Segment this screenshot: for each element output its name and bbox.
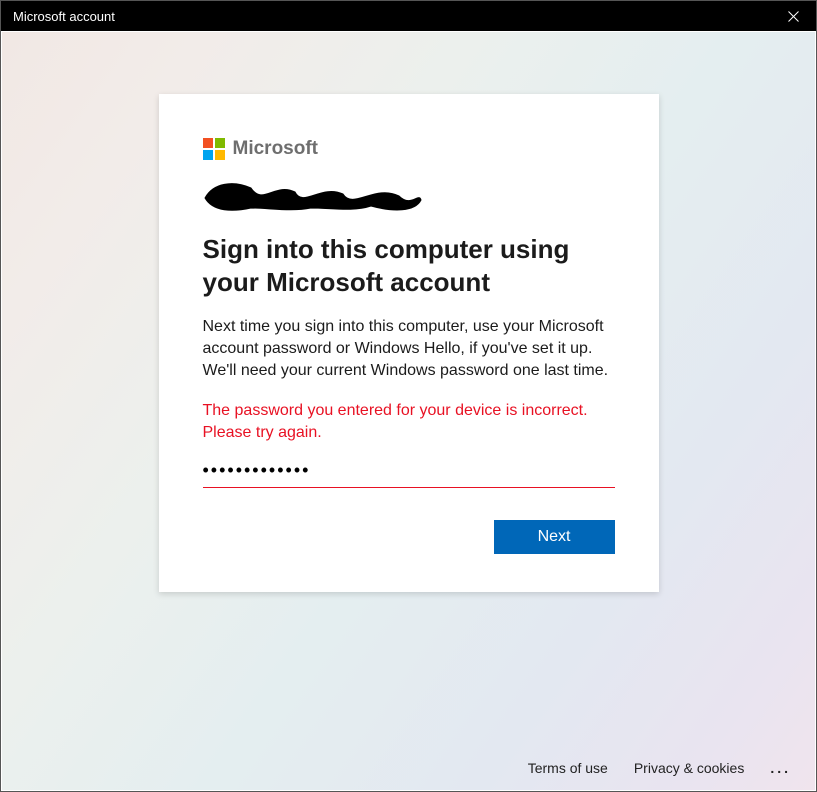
password-input[interactable] (203, 458, 615, 488)
modal-window: Microsoft account Microsoft Sign into th… (0, 0, 817, 792)
close-icon (788, 11, 799, 22)
close-button[interactable] (770, 1, 816, 31)
signin-card: Microsoft Sign into this computer using … (159, 94, 659, 592)
instruction-line2: We'll need your current Windows password… (203, 362, 609, 379)
error-message: The password you entered for your device… (203, 400, 615, 444)
microsoft-logo-icon (203, 138, 225, 160)
footer: Terms of use Privacy & cookies ... (2, 750, 815, 790)
next-button[interactable]: Next (494, 520, 615, 554)
more-options-button[interactable]: ... (770, 760, 797, 776)
titlebar: Microsoft account (1, 1, 816, 31)
terms-link[interactable]: Terms of use (528, 760, 608, 776)
action-row: Next (203, 520, 615, 554)
viewport: Microsoft Sign into this computer using … (1, 31, 816, 791)
privacy-link[interactable]: Privacy & cookies (634, 760, 744, 776)
microsoft-wordmark: Microsoft (233, 138, 319, 160)
microsoft-brand: Microsoft (203, 138, 615, 160)
instruction-line1: Next time you sign into this computer, u… (203, 318, 604, 357)
redacted-email (203, 178, 423, 214)
card-container: Microsoft Sign into this computer using … (2, 32, 815, 750)
window-title: Microsoft account (13, 9, 115, 24)
instruction-text: Next time you sign into this computer, u… (203, 316, 615, 382)
page-heading: Sign into this computer using your Micro… (203, 233, 615, 298)
